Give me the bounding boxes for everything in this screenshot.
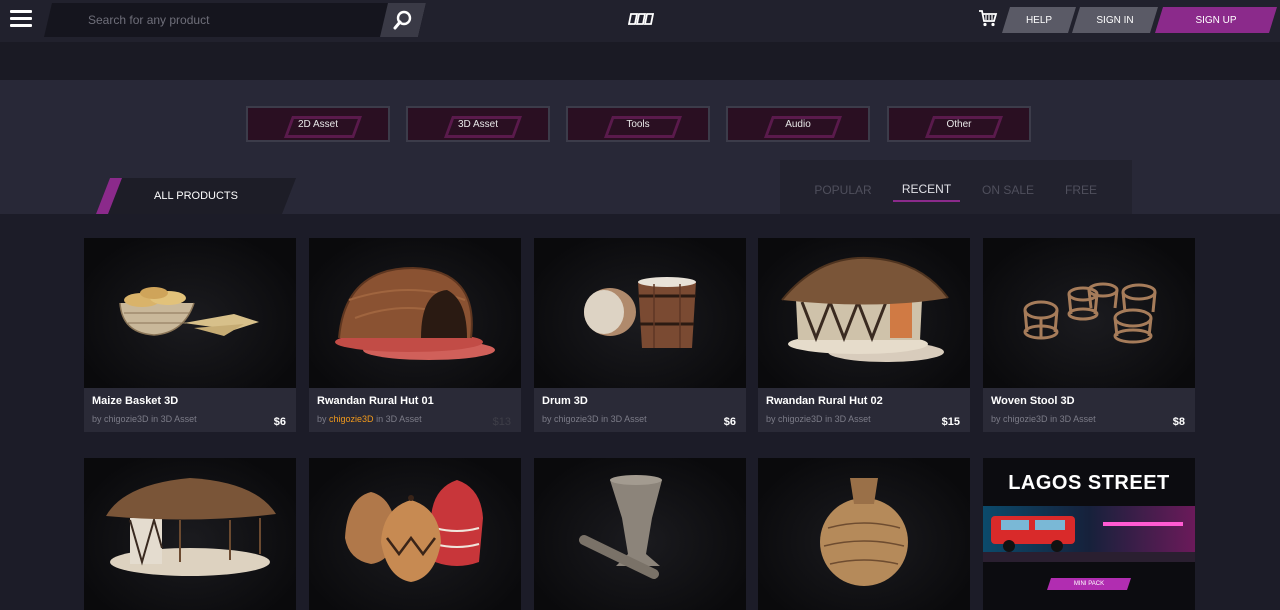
- product-author-link[interactable]: chigozie3D: [778, 414, 823, 424]
- product-author-link[interactable]: chigozie3D: [329, 414, 374, 424]
- product-thumbnail: [983, 238, 1195, 388]
- category-label: Other: [946, 118, 972, 130]
- product-byline: by chigozie3D in 3D Asset: [991, 414, 1096, 424]
- category-label: Audio: [785, 118, 811, 130]
- sign-in-button[interactable]: SIGN IN: [1072, 7, 1158, 33]
- help-button[interactable]: HELP: [1002, 7, 1076, 33]
- product-price: $15: [941, 416, 960, 428]
- product-thumbnail: [84, 458, 296, 610]
- product-price: $8: [1172, 416, 1185, 428]
- search-icon: [393, 10, 413, 30]
- product-card[interactable]: [84, 458, 296, 610]
- product-price: $13: [492, 416, 511, 428]
- product-card[interactable]: [309, 458, 521, 610]
- logo-icon[interactable]: [628, 13, 654, 25]
- tab-on-sale[interactable]: ON SALE: [980, 178, 1036, 202]
- product-card[interactable]: [534, 458, 746, 610]
- product-author-link[interactable]: chigozie3D: [1003, 414, 1048, 424]
- top-bar: HELP SIGN IN SIGN UP: [0, 0, 1280, 42]
- tab-popular[interactable]: POPULAR: [812, 178, 874, 202]
- product-thumbnail: [758, 458, 970, 610]
- category-3d-asset[interactable]: 3D Asset: [406, 106, 550, 142]
- category-tools[interactable]: Tools: [566, 106, 710, 142]
- tab-free[interactable]: FREE: [1062, 178, 1100, 202]
- product-byline: by chigozie3D in 3D Asset: [92, 414, 197, 424]
- product-title: Rwandan Rural Hut 02: [766, 395, 883, 407]
- search-button[interactable]: [380, 3, 426, 37]
- category-2d-asset[interactable]: 2D Asset: [246, 106, 390, 142]
- product-byline: by chigozie3D in 3D Asset: [317, 414, 422, 424]
- sub-bar: [0, 42, 1280, 80]
- banner-tag: MINI PACK: [1047, 578, 1131, 590]
- product-card[interactable]: Woven Stool 3D by chigozie3D in 3D Asset…: [983, 238, 1195, 432]
- product-card[interactable]: Rwandan Rural Hut 01 by chigozie3D in 3D…: [309, 238, 521, 432]
- promo-banner[interactable]: LAGOS STREET MINI PACK: [983, 458, 1195, 610]
- product-title: Drum 3D: [542, 395, 588, 407]
- category-other[interactable]: Other: [887, 106, 1031, 142]
- product-thumbnail: [309, 458, 521, 610]
- product-thumbnail: [534, 238, 746, 388]
- product-card[interactable]: Rwandan Rural Hut 02 by chigozie3D in 3D…: [758, 238, 970, 432]
- banner-image: [983, 506, 1195, 562]
- product-card[interactable]: Maize Basket 3D by chigozie3D in 3D Asse…: [84, 238, 296, 432]
- product-author-link[interactable]: chigozie3D: [104, 414, 149, 424]
- product-price: $6: [723, 416, 736, 428]
- product-author-link[interactable]: chigozie3D: [554, 414, 599, 424]
- banner-title: LAGOS STREET: [1008, 472, 1170, 494]
- product-card[interactable]: [758, 458, 970, 610]
- search-input[interactable]: [88, 3, 388, 37]
- tab-recent[interactable]: RECENT: [893, 178, 960, 202]
- category-label: Tools: [626, 118, 650, 130]
- product-title: Rwandan Rural Hut 01: [317, 395, 434, 407]
- sign-up-button[interactable]: SIGN UP: [1155, 7, 1277, 33]
- product-title: Woven Stool 3D: [991, 395, 1075, 407]
- product-byline: by chigozie3D in 3D Asset: [542, 414, 647, 424]
- all-products-heading: ALL PRODUCTS: [96, 178, 296, 214]
- category-label: 2D Asset: [297, 118, 339, 130]
- product-card[interactable]: Drum 3D by chigozie3D in 3D Asset $6: [534, 238, 746, 432]
- product-byline: by chigozie3D in 3D Asset: [766, 414, 871, 424]
- product-thumbnail: [84, 238, 296, 388]
- product-title: Maize Basket 3D: [92, 395, 179, 407]
- search-bar: [44, 3, 426, 37]
- category-label: 3D Asset: [457, 118, 499, 130]
- category-audio[interactable]: Audio: [726, 106, 870, 142]
- product-thumbnail: [309, 238, 521, 388]
- product-thumbnail: [758, 238, 970, 388]
- product-price: $6: [273, 416, 286, 428]
- cart-icon[interactable]: [978, 9, 998, 27]
- menu-icon[interactable]: [10, 10, 32, 30]
- product-thumbnail: [534, 458, 746, 610]
